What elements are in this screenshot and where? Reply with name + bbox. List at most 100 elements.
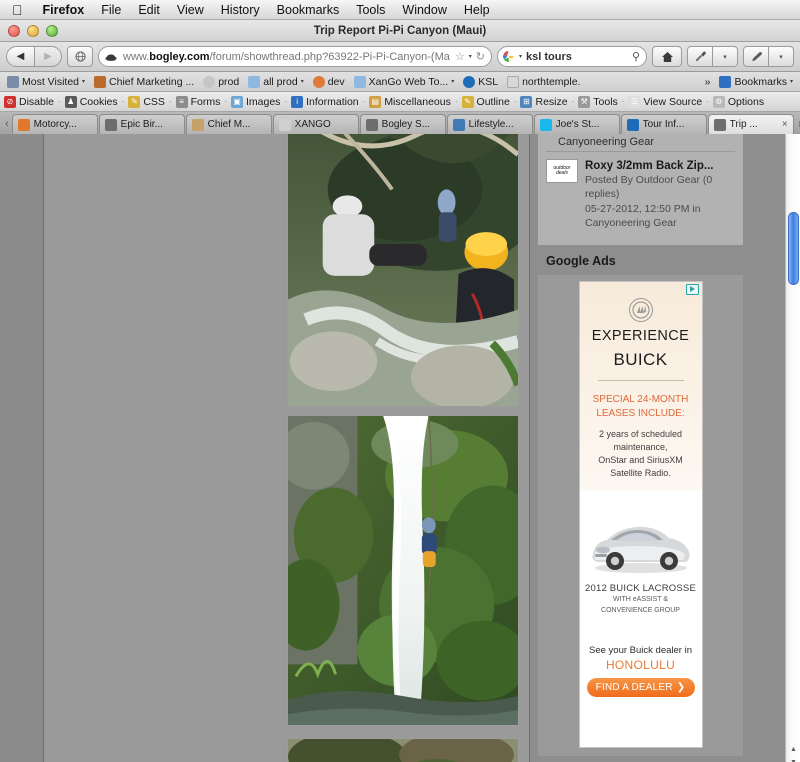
bookmark-star-icon[interactable]: ☆: [455, 50, 465, 63]
apple-logo-icon[interactable]: : [12, 3, 23, 17]
bookmark-label: KSL: [478, 75, 499, 88]
dev-tool-forms[interactable]: ≡ Forms: [174, 95, 223, 108]
tab-favicon-icon: [452, 118, 465, 131]
site-identity-button[interactable]: [67, 46, 93, 67]
post-photo-3[interactable]: [287, 738, 519, 762]
ad-body-line2: maintenance,: [613, 442, 668, 453]
browser-tab-3[interactable]: XANGO: [272, 114, 359, 134]
browser-tab-5[interactable]: Lifestyle...: [446, 114, 533, 134]
menu-item-firefox[interactable]: Firefox: [43, 3, 85, 17]
bookmark-prod[interactable]: prod: [200, 75, 242, 88]
tab-favicon-icon: [365, 118, 378, 131]
browser-tab-8[interactable]: Trip ... ×: [707, 114, 794, 134]
dev-tool-disable[interactable]: ⊘ Disable: [2, 95, 56, 108]
dev-tool-separator: ·: [121, 97, 125, 106]
browser-tab-2[interactable]: Chief M...: [185, 114, 272, 134]
zoom-window-button[interactable]: [46, 25, 58, 37]
dev-tool-information[interactable]: i Information: [289, 95, 361, 108]
menu-item-file[interactable]: File: [101, 3, 121, 17]
buick-advertisement[interactable]: EXPERIENCE BUICK SPECIAL 24-MONTH LEASES…: [578, 280, 703, 748]
minimize-window-button[interactable]: [27, 25, 39, 37]
menu-item-help[interactable]: Help: [464, 3, 490, 17]
menu-item-view[interactable]: View: [177, 3, 204, 17]
dev-tool-tools[interactable]: ⚒ Tools: [576, 95, 620, 108]
browser-tab-4[interactable]: Bogley S...: [359, 114, 446, 134]
thread-thumbnail: outdoor deals: [546, 159, 578, 183]
bookmark-dev[interactable]: dev: [310, 75, 348, 88]
menu-item-tools[interactable]: Tools: [356, 3, 385, 17]
dev-tool-outline[interactable]: ✎ Outline: [460, 95, 512, 108]
forward-button[interactable]: ▶: [35, 46, 62, 67]
chevron-down-icon[interactable]: ▾: [469, 53, 472, 60]
close-window-button[interactable]: [8, 25, 20, 37]
browser-tab-7[interactable]: Tour Inf...: [620, 114, 707, 134]
bookmark-chief-marketing[interactable]: Chief Marketing ...: [91, 75, 197, 88]
dev-tool-separator: ·: [168, 97, 172, 106]
folder-icon: [353, 75, 366, 88]
menu-item-edit[interactable]: Edit: [138, 3, 160, 17]
thread-details: Roxy 3/2mm Back Zip... Posted By Outdoor…: [585, 159, 735, 231]
ad-trim-line2: CONVENIENCE GROUP: [601, 606, 680, 614]
bookmark-all-prod[interactable]: all prod ▾: [245, 75, 306, 88]
search-engine-caret-icon[interactable]: ▾: [519, 53, 522, 60]
dev-tool-resize[interactable]: ⊞ Resize: [518, 95, 569, 108]
bookmarks-manager-button[interactable]: Bookmarks ▾: [716, 75, 796, 88]
browser-tab-6[interactable]: Joe's St...: [533, 114, 620, 134]
scroll-down-button[interactable]: ▼: [787, 756, 800, 762]
eyedropper-dropdown-button[interactable]: ▾: [713, 46, 738, 67]
browser-tab-1[interactable]: Epic Bir...: [98, 114, 185, 134]
tab-scroll-left-icon[interactable]: ‹: [5, 118, 12, 134]
tab-label: Trip ...: [729, 119, 758, 130]
vertical-scrollbar[interactable]: ▲ ▼: [785, 134, 800, 762]
post-photo-2[interactable]: [287, 415, 519, 726]
dev-tool-options[interactable]: ⚙ Options: [711, 95, 766, 108]
post-photo-1[interactable]: [287, 134, 519, 407]
back-button[interactable]: ◀: [6, 46, 35, 67]
thread-title[interactable]: Roxy 3/2mm Back Zip...: [585, 159, 735, 173]
sidebar-column: Canyoneering Gear outdoor deals Roxy 3/2…: [530, 134, 785, 762]
menu-item-window[interactable]: Window: [402, 3, 446, 17]
scroll-up-button[interactable]: ▲: [787, 743, 800, 756]
google-ads-heading: Google Ads: [546, 253, 616, 268]
address-bar[interactable]: www.bogley.com/forum/showthread.php?6392…: [98, 46, 492, 67]
bookmark-xango-web-tools[interactable]: XanGo Web To... ▾: [351, 75, 458, 88]
eyedropper-button[interactable]: [687, 46, 713, 67]
dev-tool-css[interactable]: ✎ CSS: [126, 95, 167, 108]
dev-tool-images[interactable]: ▣ Images: [229, 95, 282, 108]
bookmark-most-visited[interactable]: Most Visited ▾: [4, 75, 88, 88]
browser-tab-0[interactable]: Motorcy...: [11, 114, 98, 134]
dev-tool-view-source[interactable]: ☰ View Source: [626, 95, 704, 108]
dev-tool-miscellaneous[interactable]: ▤ Miscellaneous: [367, 95, 453, 108]
menu-item-history[interactable]: History: [221, 3, 260, 17]
measure-dropdown-button[interactable]: ▾: [769, 46, 794, 67]
window-title-bar: Trip Report Pi-Pi Canyon (Maui): [0, 20, 800, 42]
tab-label: Tour Inf...: [642, 119, 685, 130]
bookmark-northtemple[interactable]: northtemple.: [504, 75, 583, 88]
pen-icon: [751, 52, 762, 62]
sidebar-spacer: [538, 755, 743, 762]
tab-bar-actions: ✉ › + ˇ: [795, 117, 800, 134]
tab-favicon-icon: [104, 118, 117, 131]
page-columns: Canyoneering Gear outdoor deals Roxy 3/2…: [44, 134, 785, 762]
bookmark-ksl[interactable]: KSL: [460, 75, 501, 88]
dev-tool-cookies[interactable]: ♟ Cookies: [63, 95, 120, 108]
scrollbar-thumb[interactable]: [788, 212, 799, 285]
tab-close-icon[interactable]: ×: [782, 119, 788, 130]
bookmarks-overflow-button[interactable]: »: [702, 76, 714, 88]
adchoices-icon[interactable]: [685, 283, 699, 295]
menu-item-bookmarks[interactable]: Bookmarks: [277, 3, 340, 17]
measure-button[interactable]: [743, 46, 769, 67]
home-button[interactable]: [652, 46, 682, 67]
scrollbar-track-top: [788, 134, 799, 144]
bookmark-label: dev: [327, 75, 345, 88]
find-a-dealer-button[interactable]: FIND A DEALER ❯: [586, 678, 695, 698]
thread-list-item[interactable]: outdoor deals Roxy 3/2mm Back Zip... Pos…: [546, 157, 735, 237]
tab-label: Motorcy...: [33, 119, 77, 130]
eyedropper-icon: [695, 51, 706, 61]
search-bar[interactable]: ▾ ksl tours ⚲: [497, 46, 647, 67]
google-icon: [502, 50, 515, 63]
dev-tool-separator: ·: [362, 97, 366, 106]
search-input[interactable]: ksl tours: [526, 51, 628, 63]
reload-icon[interactable]: ↻: [476, 50, 485, 63]
search-icon[interactable]: ⚲: [632, 50, 640, 63]
